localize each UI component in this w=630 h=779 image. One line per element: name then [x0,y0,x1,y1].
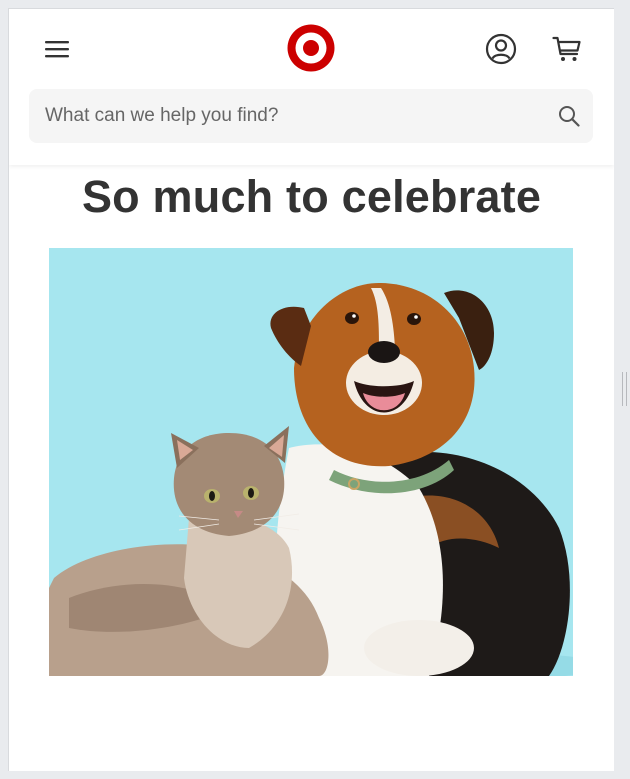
hero-pet-image[interactable] [49,248,573,676]
search-input[interactable] [29,89,539,143]
menu-button[interactable] [39,31,75,67]
account-icon [485,33,517,65]
target-bullseye-logo [287,24,335,72]
page-viewport: So much to celebrate [8,8,614,771]
browser-frame: So much to celebrate [0,0,630,779]
search-button[interactable] [555,102,583,130]
dog-and-cat-illustration [49,248,573,676]
account-button[interactable] [483,31,519,67]
window-resize-handle[interactable] [622,372,627,406]
cart-button[interactable] [549,31,585,67]
search-bar [29,89,593,143]
target-logo[interactable] [287,24,335,72]
search-icon [559,106,580,127]
site-header [9,9,614,165]
menu-icon [45,41,69,58]
hero-title: So much to celebrate [81,171,542,222]
cart-icon [552,36,581,61]
